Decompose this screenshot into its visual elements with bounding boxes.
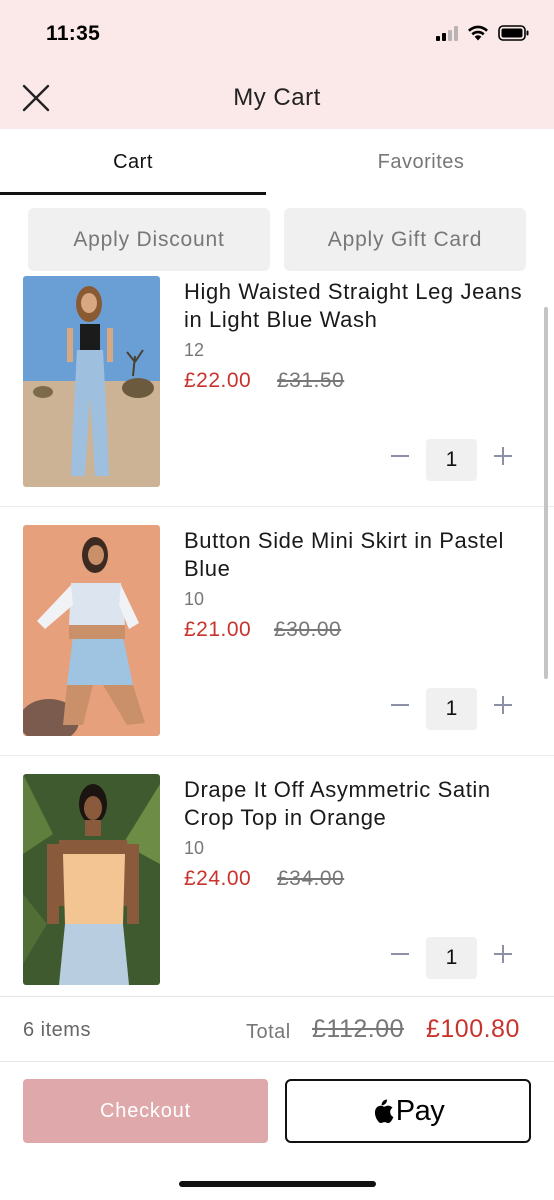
- decrease-quantity-button[interactable]: [386, 940, 414, 968]
- original-price: £30.00: [274, 618, 342, 641]
- minus-icon: [391, 455, 409, 457]
- quantity-value: 1: [426, 937, 477, 979]
- apple-pay-label: Pay: [395, 1094, 445, 1127]
- apply-gift-card-button[interactable]: Apply Gift Card: [284, 208, 526, 271]
- home-indicator: [179, 1181, 376, 1187]
- cart-item: High Waisted Straight Leg Jeans in Light…: [0, 276, 554, 525]
- product-image[interactable]: [23, 774, 160, 985]
- tab-cart[interactable]: Cart: [0, 129, 266, 196]
- increase-quantity-button[interactable]: [489, 691, 517, 719]
- apply-discount-button[interactable]: Apply Discount: [28, 208, 270, 271]
- tab-bar: Cart Favorites: [0, 129, 554, 196]
- cart-item: Button Side Mini Skirt in Pastel Blue 10…: [0, 525, 554, 774]
- cart-item: Drape It Off Asymmetric Satin Crop Top i…: [0, 774, 554, 1023]
- apple-logo-icon: [374, 1099, 394, 1123]
- active-tab-indicator: [0, 192, 266, 195]
- decrease-quantity-button[interactable]: [386, 691, 414, 719]
- product-title[interactable]: High Waisted Straight Leg Jeans in Light…: [184, 278, 544, 334]
- items-count: 6 items: [23, 1019, 91, 1041]
- increase-quantity-button[interactable]: [489, 442, 517, 470]
- quantity-value: 1: [426, 688, 477, 730]
- status-time: 11:35: [46, 22, 101, 45]
- product-image[interactable]: [23, 525, 160, 736]
- checkout-button[interactable]: Checkout: [23, 1079, 268, 1143]
- minus-icon: [391, 953, 409, 955]
- cellular-signal-icon: [436, 25, 458, 41]
- total-label: Total: [246, 1021, 291, 1043]
- divider: [0, 1061, 554, 1062]
- page-title: My Cart: [233, 84, 321, 111]
- cart-footer: 6 items Total £112.00 £100.80 Checkout P…: [0, 996, 554, 1200]
- increase-quantity-button[interactable]: [489, 940, 517, 968]
- product-size: 12: [184, 340, 205, 360]
- total-original-price: £112.00: [312, 1015, 405, 1043]
- minus-icon: [391, 704, 409, 706]
- divider: [0, 755, 554, 756]
- original-price: £31.50: [277, 369, 345, 392]
- product-image[interactable]: [23, 276, 160, 487]
- product-title[interactable]: Button Side Mini Skirt in Pastel Blue: [184, 527, 544, 583]
- product-size: 10: [184, 838, 205, 858]
- apple-pay-button[interactable]: Pay: [285, 1079, 531, 1143]
- status-icons: [436, 24, 530, 41]
- sale-price: £21.00: [184, 618, 252, 641]
- product-size: 10: [184, 589, 205, 609]
- scrollbar[interactable]: [544, 307, 548, 679]
- wifi-icon: [468, 25, 488, 41]
- quantity-value: 1: [426, 439, 477, 481]
- product-title[interactable]: Drape It Off Asymmetric Satin Crop Top i…: [184, 776, 544, 832]
- header-bar: 11:35 My Cart: [0, 0, 554, 129]
- divider: [0, 506, 554, 507]
- tab-favorites[interactable]: Favorites: [288, 129, 554, 196]
- decrease-quantity-button[interactable]: [386, 442, 414, 470]
- sale-price: £22.00: [184, 369, 252, 392]
- original-price: £34.00: [277, 867, 345, 890]
- battery-icon: [498, 24, 529, 41]
- total-price: £100.80: [426, 1015, 520, 1043]
- sale-price: £24.00: [184, 867, 252, 890]
